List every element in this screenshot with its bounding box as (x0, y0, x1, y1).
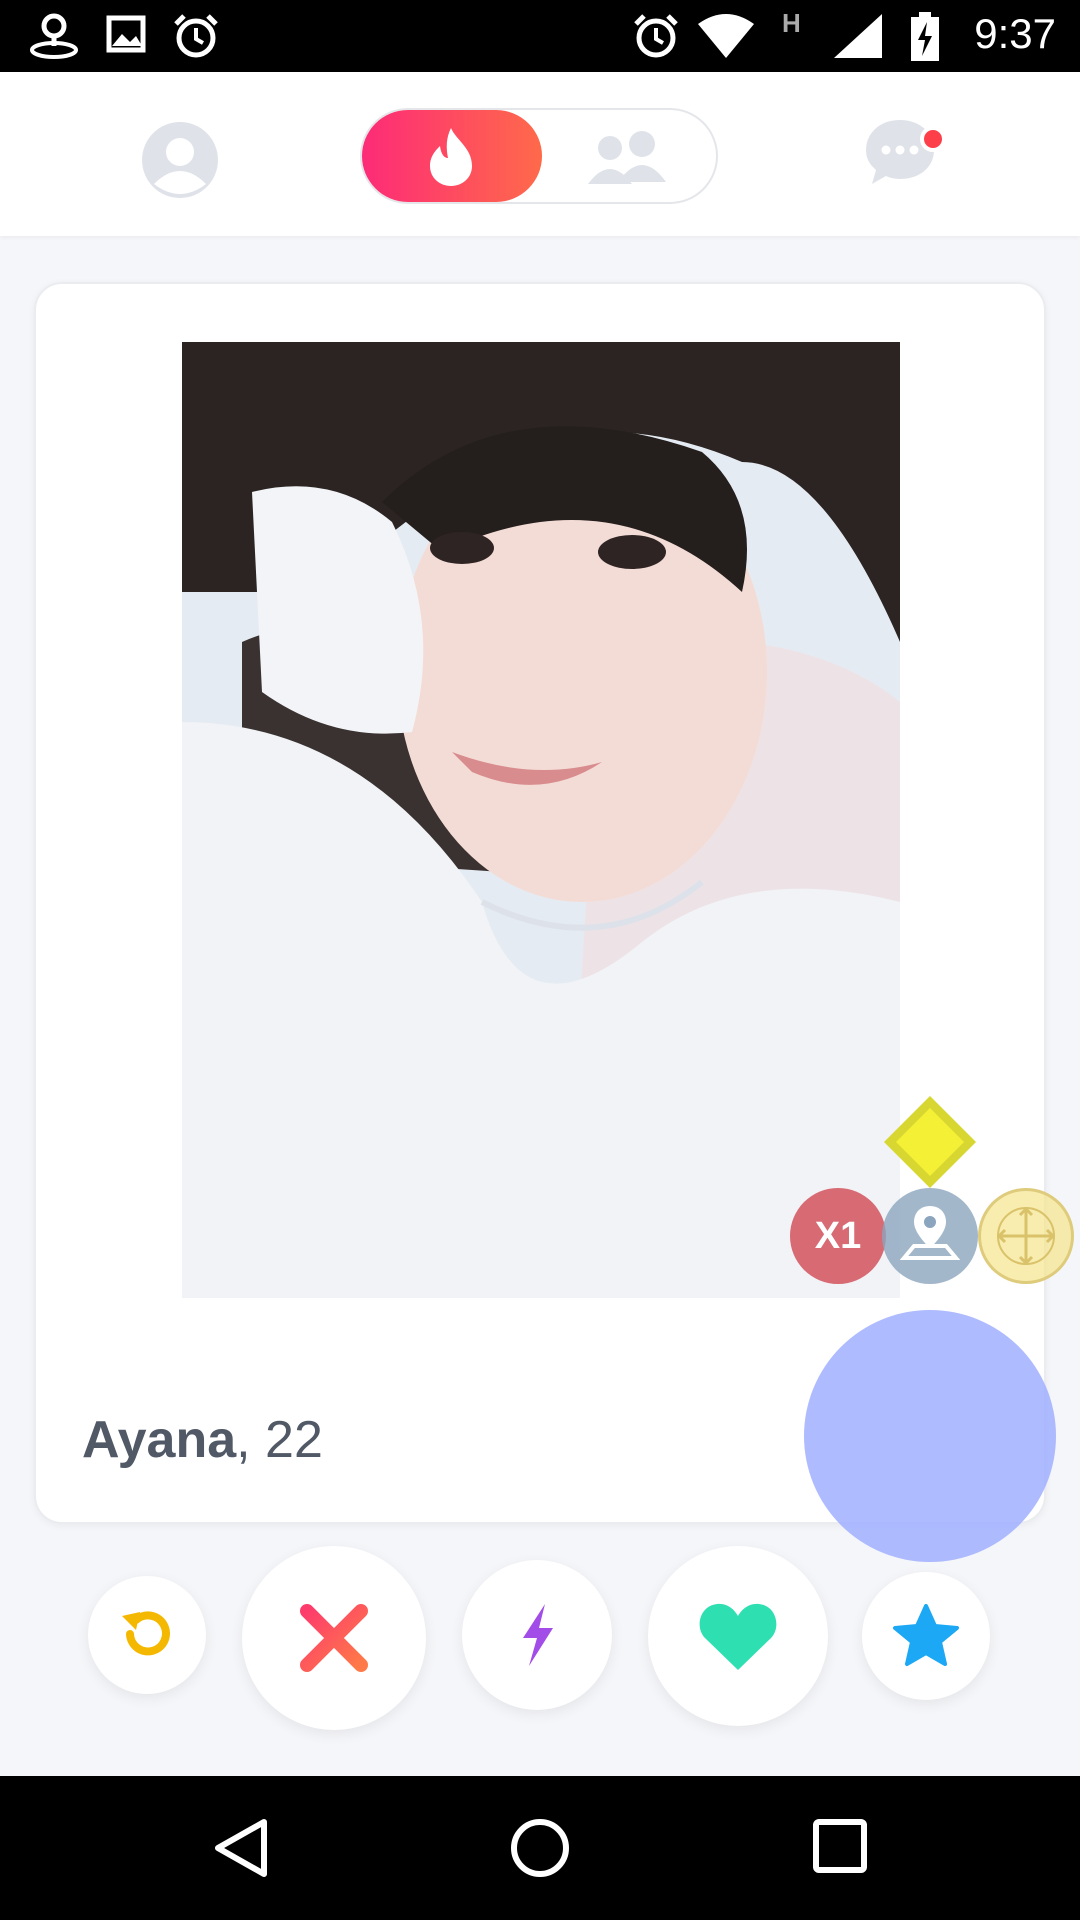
recents-icon[interactable] (810, 1816, 870, 1881)
profile-photo[interactable] (182, 342, 900, 1298)
move-control-button[interactable] (978, 1188, 1074, 1284)
profile-name: Ayana (82, 1411, 237, 1469)
map-location-button[interactable] (882, 1188, 978, 1284)
mode-switcher (360, 108, 718, 204)
move-arrows-icon (996, 1206, 1056, 1266)
rewind-icon (122, 1611, 170, 1656)
rewind-button[interactable] (88, 1576, 206, 1694)
multiplier-button[interactable]: X1 (790, 1188, 886, 1284)
wifi-icon (696, 12, 756, 65)
like-button[interactable] (648, 1546, 828, 1726)
signal-icon (832, 12, 884, 65)
super-like-icon (893, 1604, 959, 1666)
touch-indicator (804, 1310, 1056, 1562)
status-bar: H 9:37 (0, 0, 1080, 72)
alarm-icon (172, 12, 220, 65)
top-bar (0, 72, 1080, 236)
profile-icon (142, 122, 218, 198)
notification-dot (920, 126, 946, 152)
boost-icon (523, 1604, 553, 1666)
flame-icon (430, 128, 472, 186)
battery-charging-icon (910, 12, 940, 67)
tab-discover[interactable] (362, 110, 542, 202)
profile-name-age: Ayana, 22 (82, 1410, 323, 1470)
group-icon (588, 131, 666, 184)
alarm-icon (632, 12, 680, 65)
super-like-button[interactable] (862, 1572, 990, 1700)
profile-photo-illustration (182, 342, 900, 1298)
map-pin-icon (900, 1206, 960, 1260)
location-icon (28, 12, 80, 65)
diamond-icon[interactable] (882, 1094, 978, 1195)
back-icon[interactable] (210, 1816, 274, 1885)
image-icon (106, 12, 146, 61)
profile-age: , 22 (236, 1411, 323, 1469)
chat-icon (866, 120, 934, 184)
like-icon (699, 1603, 777, 1670)
clock: 9:37 (974, 10, 1056, 57)
home-icon[interactable] (508, 1816, 572, 1885)
navigation-bar (0, 1776, 1080, 1920)
network-h-icon: H (782, 8, 801, 38)
boost-button[interactable] (462, 1560, 612, 1710)
nope-icon (300, 1604, 368, 1672)
tab-social[interactable] (542, 110, 718, 202)
profile-button[interactable] (140, 120, 220, 200)
nope-button[interactable] (242, 1546, 426, 1730)
